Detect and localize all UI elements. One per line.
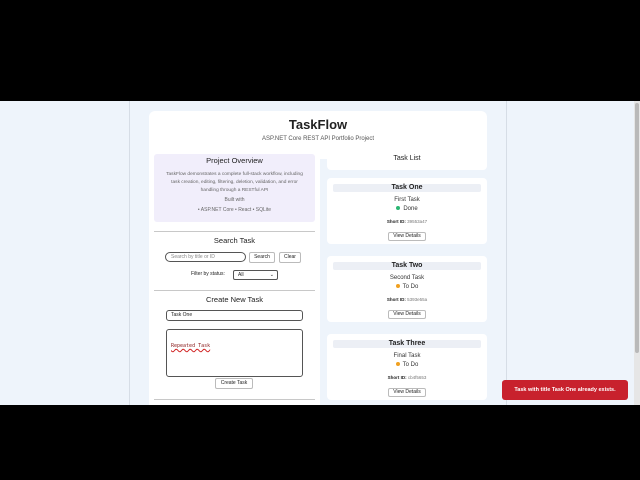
description-text: Repeated Task xyxy=(171,343,211,349)
left-panel: Project Overview TaskFlow demonstrates a… xyxy=(149,148,320,405)
short-id-value: 5393e55a xyxy=(407,297,428,302)
task-status: To Do xyxy=(327,284,487,290)
task-title: First Task xyxy=(394,197,420,203)
clear-button[interactable]: Clear xyxy=(279,252,301,263)
status-text: To Do xyxy=(402,284,419,290)
task-short-id: Short ID: 39553a47 xyxy=(327,219,487,224)
task-description-textarea[interactable]: Repeated Task xyxy=(166,329,303,377)
create-heading: Create New Task xyxy=(206,295,263,304)
app-subtitle: ASP.NET Core REST API Portfolio Project xyxy=(261,136,375,142)
search-input[interactable]: Search by title or ID xyxy=(165,252,246,262)
project-overview: Project Overview TaskFlow demonstrates a… xyxy=(154,154,315,222)
create-task-button[interactable]: Create Task xyxy=(215,378,253,389)
overview-description: TaskFlow demonstrates a complete full-st… xyxy=(166,172,303,193)
status-dot-icon xyxy=(395,362,400,367)
task-title-input[interactable]: Task One xyxy=(166,310,303,321)
task-status: Done xyxy=(327,206,487,212)
search-button[interactable]: Search xyxy=(249,252,275,263)
status-dot-icon xyxy=(395,284,400,289)
overview-heading: Project Overview xyxy=(206,156,263,165)
task-name: Task One xyxy=(333,184,481,192)
task-name: Task Two xyxy=(333,262,481,270)
view-details-button[interactable]: View Details xyxy=(388,388,426,397)
short-id-label: Short ID: xyxy=(386,297,406,302)
task-name: Task Three xyxy=(333,340,481,348)
task-card: Task One First Task Done Short ID: 39553… xyxy=(327,178,487,244)
status-filter-select[interactable]: All ⌄ xyxy=(233,270,278,280)
page-scrollbar[interactable] xyxy=(634,101,640,405)
status-text: Done xyxy=(403,206,418,212)
task-title: Second Task xyxy=(389,275,425,281)
app-viewport: TaskFlow ASP.NET Core REST API Portfolio… xyxy=(0,101,640,405)
task-card: Task Three Final Task To Do Short ID: cb… xyxy=(327,334,487,400)
scrollbar-thumb[interactable] xyxy=(635,103,639,353)
short-id-value: 39553a47 xyxy=(407,219,428,224)
task-status: To Do xyxy=(327,362,487,368)
error-toast[interactable]: Task with title Task One already exists. xyxy=(502,380,628,400)
chevron-down-icon: ⌄ xyxy=(269,272,274,278)
app-title: TaskFlow xyxy=(288,117,348,132)
content-border-right xyxy=(506,101,507,405)
search-heading: Search Task xyxy=(213,236,256,245)
view-details-button[interactable]: View Details xyxy=(388,232,426,241)
content-border-left xyxy=(129,101,130,405)
task-short-id: Short ID: 5393e55a xyxy=(327,297,487,302)
short-id-label: Short ID: xyxy=(387,375,407,380)
task-short-id: Short ID: cb4f5653 xyxy=(327,375,487,380)
tech-stack: • ASP.NET Core • React • SQLite xyxy=(197,207,272,213)
status-filter-value: All xyxy=(238,272,244,278)
divider xyxy=(154,231,315,232)
task-card: Task Two Second Task To Do Short ID: 539… xyxy=(327,256,487,322)
short-id-value: cb4f5653 xyxy=(407,375,427,380)
short-id-label: Short ID: xyxy=(386,219,406,224)
divider xyxy=(154,399,315,400)
status-dot-icon xyxy=(396,206,401,211)
view-details-button[interactable]: View Details xyxy=(388,310,426,319)
filter-label: Filter by status: xyxy=(191,271,225,277)
task-list-heading: Task List xyxy=(327,148,487,170)
task-title: Final Task xyxy=(393,353,421,359)
built-with-label: Built with xyxy=(224,197,245,203)
status-text: To Do xyxy=(402,362,419,368)
divider xyxy=(154,290,315,291)
